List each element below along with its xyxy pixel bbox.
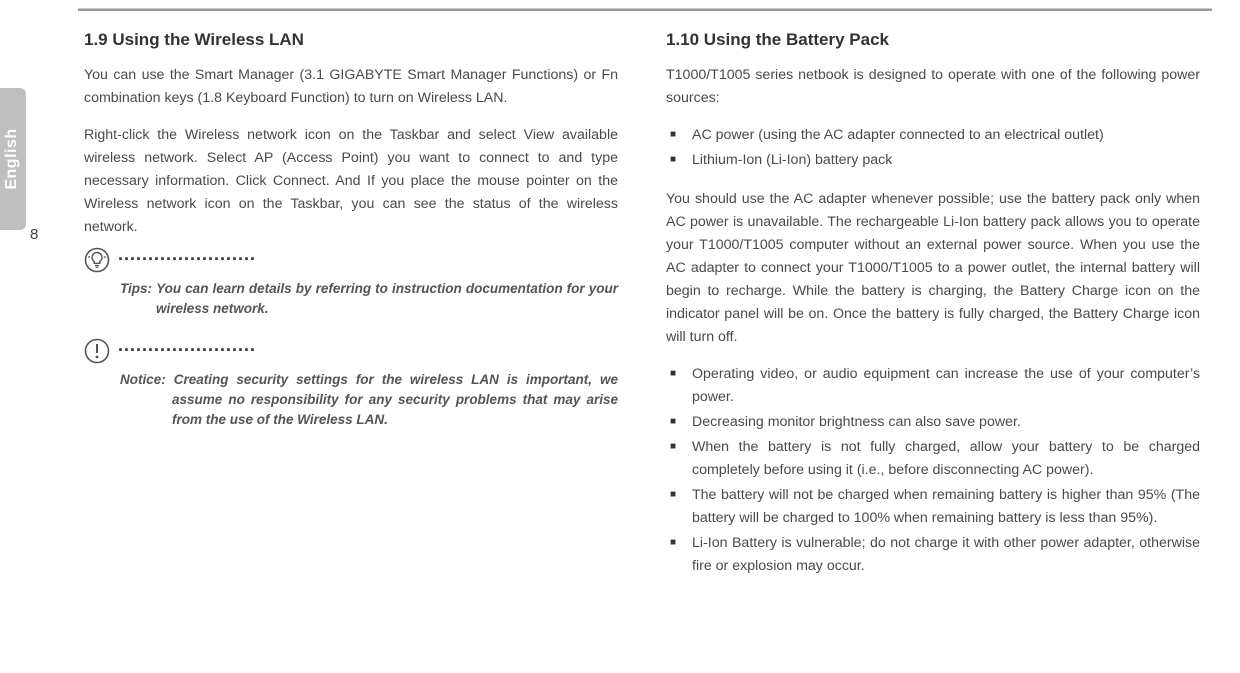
- top-rule: [78, 8, 1212, 11]
- notice-label: Notice:: [120, 372, 174, 387]
- list-item: Li-Ion Battery is vulnerable; do not cha…: [692, 532, 1200, 578]
- section-heading-battery-pack: 1.10 Using the Battery Pack: [666, 30, 1200, 50]
- tip-text: Tips: You can learn details by referring…: [120, 279, 618, 320]
- left-column: 1.9 Using the Wireless LAN You can use t…: [84, 30, 618, 663]
- page-number: 8: [30, 226, 38, 243]
- paragraph: Right-click the Wireless network icon on…: [84, 124, 618, 239]
- notice-message: Creating security settings for the wirel…: [172, 372, 618, 428]
- list-item: AC power (using the AC adapter connected…: [692, 124, 1200, 147]
- battery-notes-list: Operating video, or audio equipment can …: [666, 363, 1200, 578]
- paragraph: T1000/T1005 series netbook is designed t…: [666, 64, 1200, 110]
- right-column: 1.10 Using the Battery Pack T1000/T1005 …: [666, 30, 1200, 663]
- power-sources-list: AC power (using the AC adapter connected…: [666, 124, 1200, 172]
- tip-label: Tips:: [120, 281, 156, 296]
- paragraph: You can use the Smart Manager (3.1 GIGAB…: [84, 64, 618, 110]
- callout-dots: .......................: [118, 245, 618, 263]
- language-tab-label: English: [3, 128, 21, 189]
- notice-text: Notice: Creating security settings for t…: [120, 370, 618, 431]
- callout-dots: .......................: [118, 336, 618, 354]
- lightbulb-icon: [84, 247, 110, 273]
- list-item: Operating video, or audio equipment can …: [692, 363, 1200, 409]
- language-tab: English: [0, 88, 26, 230]
- section-heading-wireless-lan: 1.9 Using the Wireless LAN: [84, 30, 618, 50]
- tip-message: You can learn details by referring to in…: [156, 281, 618, 316]
- page-content: 1.9 Using the Wireless LAN You can use t…: [84, 30, 1200, 663]
- alert-icon: [84, 338, 110, 364]
- notice-callout: .......................: [84, 336, 618, 364]
- list-item: Lithium-Ion (Li-Ion) battery pack: [692, 149, 1200, 172]
- list-item: The battery will not be charged when rem…: [692, 484, 1200, 530]
- tip-callout: .......................: [84, 245, 618, 273]
- list-item: Decreasing monitor brightness can also s…: [692, 411, 1200, 434]
- list-item: When the battery is not fully charged, a…: [692, 436, 1200, 482]
- paragraph: You should use the AC adapter whenever p…: [666, 188, 1200, 349]
